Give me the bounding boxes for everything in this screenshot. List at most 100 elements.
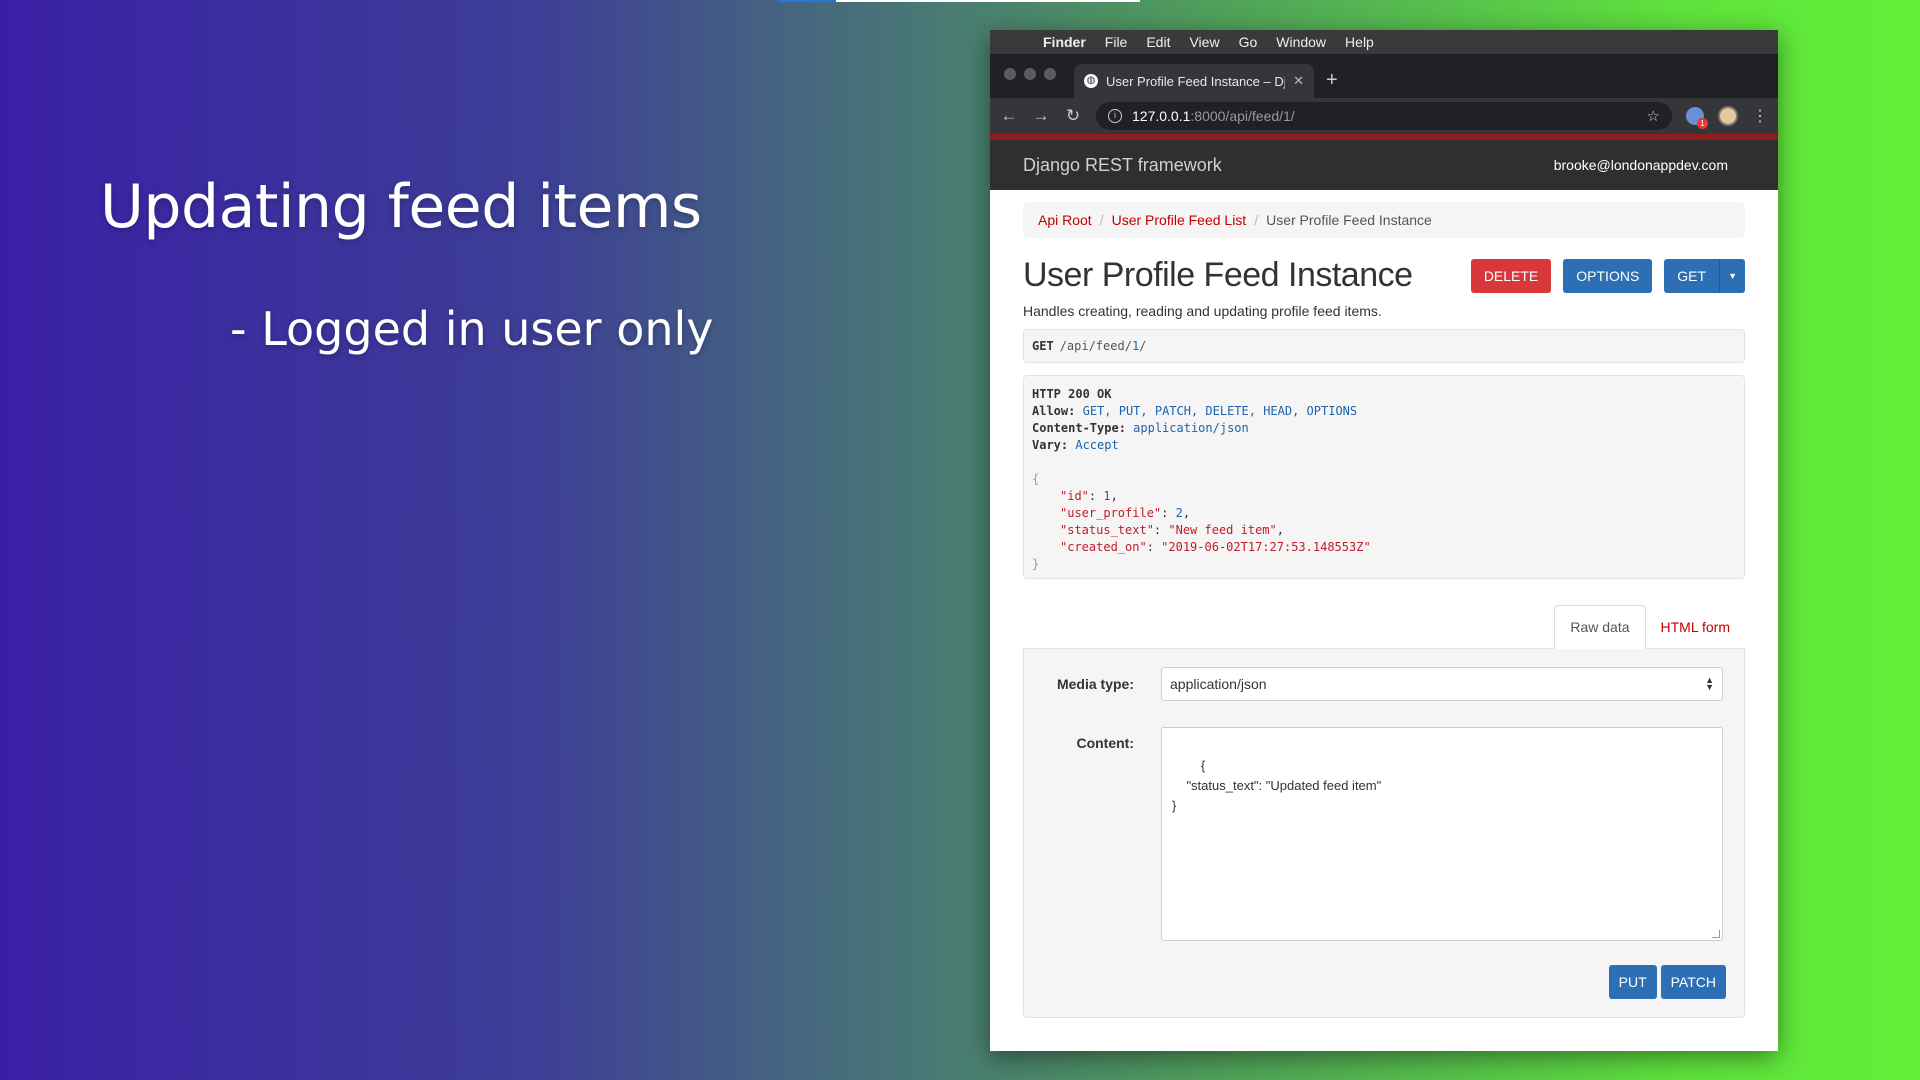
media-type-value: application/json <box>1170 676 1267 692</box>
get-button-group: GET ▼ <box>1664 258 1745 293</box>
heading-row: User Profile Feed Instance DELETE OPTION… <box>1023 256 1745 295</box>
request-path-suffix: / <box>1139 339 1147 353</box>
json-key: "id" <box>1060 489 1089 503</box>
profile-avatar[interactable] <box>1718 106 1738 126</box>
content-type-label: Content-Type: <box>1032 421 1126 435</box>
response-status: HTTP 200 OK <box>1032 387 1112 401</box>
address-bar[interactable]: i 127.0.0.1:8000/api/feed/1/ ☆ <box>1096 102 1672 130</box>
globe-icon: ◍ <box>1084 74 1098 88</box>
reload-icon[interactable]: ↻ <box>1064 106 1082 126</box>
video-progress-bar <box>778 0 1140 2</box>
close-tab-icon[interactable]: ✕ <box>1293 73 1304 89</box>
put-button[interactable]: PUT <box>1608 965 1657 999</box>
content-label: Content: <box>1076 735 1134 751</box>
user-menu[interactable]: brooke@londonappdev.com <box>1554 157 1728 173</box>
slide-bullet: - Logged in user only <box>230 302 714 356</box>
json-id-line: "id": 1, <box>1060 489 1118 503</box>
tab-title: User Profile Feed Instance – Dj <box>1106 73 1286 89</box>
request-path: /api/feed/1/ <box>1060 339 1147 353</box>
extension-icon[interactable]: 1 <box>1686 107 1708 129</box>
url-path: :8000/api/feed/1/ <box>1190 108 1295 124</box>
json-open-brace: { <box>1032 472 1040 486</box>
back-icon[interactable]: ← <box>1000 106 1018 126</box>
screen-capture: Finder File Edit View Go Window Help ◍ U… <box>990 30 1778 1051</box>
content-value: { "status_text": "Updated feed item" } <box>1172 758 1382 813</box>
json-key: "created_on" <box>1060 540 1147 554</box>
action-buttons: DELETE OPTIONS GET ▼ <box>1470 258 1745 293</box>
breadcrumb-separator: / <box>1099 212 1104 228</box>
drf-navbar: Django REST framework brooke@londonappde… <box>990 140 1778 190</box>
browser-toolbar: ← → ↻ i 127.0.0.1:8000/api/feed/1/ ☆ 1 ⋮ <box>990 98 1778 134</box>
content-textarea[interactable]: { "status_text": "Updated feed item" } <box>1161 727 1723 941</box>
get-button[interactable]: GET <box>1664 258 1720 293</box>
chevron-down-icon[interactable]: ▼ <box>1719 258 1745 293</box>
response-info: HTTP 200 OK Allow: GET, PUT, PATCH, DELE… <box>1023 375 1745 579</box>
video-progress-fill <box>778 0 836 2</box>
zoom-window-button[interactable] <box>1044 68 1056 80</box>
info-icon[interactable]: i <box>1108 109 1122 123</box>
menu-window[interactable]: Window <box>1276 34 1326 50</box>
json-value: "New feed item" <box>1168 523 1277 537</box>
view-description: Handles creating, reading and updating p… <box>1023 303 1382 319</box>
json-created-on-line: "created_on": "2019-06-02T17:27:53.14855… <box>1060 540 1371 554</box>
browser-tab[interactable]: ◍ User Profile Feed Instance – Dj ✕ <box>1074 64 1314 98</box>
vary-value: Accept <box>1075 438 1119 452</box>
url-host: 127.0.0.1 <box>1132 108 1191 124</box>
menu-file[interactable]: File <box>1105 34 1128 50</box>
raw-data-form: Media type: application/json ▲ ▼ Content:… <box>1023 648 1745 1018</box>
bookmark-star-icon[interactable]: ☆ <box>1647 107 1660 125</box>
more-menu-icon[interactable]: ⋮ <box>1752 106 1768 126</box>
tab-raw-data[interactable]: Raw data <box>1554 605 1646 649</box>
breadcrumb-separator: / <box>1254 212 1259 228</box>
tab-html-form[interactable]: HTML form <box>1646 605 1745 649</box>
slide-title: Updating feed items <box>100 172 702 242</box>
breadcrumb-feed-list[interactable]: User Profile Feed List <box>1112 212 1247 228</box>
vary-label: Vary: <box>1032 438 1069 452</box>
form-tabs: Raw data HTML form <box>1023 605 1745 649</box>
extension-badge: 1 <box>1697 118 1708 129</box>
menu-go[interactable]: Go <box>1239 34 1258 50</box>
media-type-label: Media type: <box>1056 676 1134 692</box>
json-value: 1 <box>1103 489 1111 503</box>
drf-brand[interactable]: Django REST framework <box>1023 155 1222 176</box>
url-text: 127.0.0.1:8000/api/feed/1/ <box>1132 108 1295 124</box>
response-vary: Vary: Accept <box>1032 437 1736 454</box>
content-type-value: application/json <box>1133 421 1249 435</box>
request-method: GET <box>1032 339 1054 353</box>
delete-button[interactable]: DELETE <box>1470 258 1552 293</box>
json-close-brace: } <box>1032 557 1040 571</box>
request-path-prefix[interactable]: /api/feed/ <box>1060 339 1132 353</box>
response-content-type: Content-Type: application/json <box>1032 420 1736 437</box>
forward-icon[interactable]: → <box>1032 106 1050 126</box>
options-button[interactable]: OPTIONS <box>1563 258 1653 293</box>
json-user-profile-line: "user_profile": 2, <box>1060 506 1191 520</box>
close-window-button[interactable] <box>1004 68 1016 80</box>
menu-view[interactable]: View <box>1189 34 1219 50</box>
menu-finder[interactable]: Finder <box>1043 34 1086 50</box>
menu-edit[interactable]: Edit <box>1146 34 1170 50</box>
breadcrumb-api-root[interactable]: Api Root <box>1038 212 1092 228</box>
json-status-text-line: "status_text": "New feed item", <box>1060 523 1284 537</box>
resize-handle-icon[interactable] <box>1712 930 1720 938</box>
minimize-window-button[interactable] <box>1024 68 1036 80</box>
response-spacer <box>1032 454 1736 471</box>
breadcrumb-current: User Profile Feed Instance <box>1266 212 1432 228</box>
select-arrows-icon: ▲ ▼ <box>1705 675 1714 692</box>
request-info: GET /api/feed/1/ <box>1023 329 1745 363</box>
patch-button[interactable]: PATCH <box>1660 965 1726 999</box>
allow-label: Allow: <box>1032 404 1076 418</box>
media-type-select[interactable]: application/json ▲ ▼ <box>1161 667 1723 701</box>
mac-menubar: Finder File Edit View Go Window Help <box>990 30 1778 54</box>
new-tab-icon[interactable]: + <box>1326 69 1338 92</box>
form-submit-buttons: PUT PATCH <box>1608 965 1726 999</box>
response-allow: Allow: GET, PUT, PATCH, DELETE, HEAD, OP… <box>1032 403 1736 420</box>
browser-tabbar: ◍ User Profile Feed Instance – Dj ✕ + <box>990 54 1778 98</box>
window-controls <box>1004 68 1056 80</box>
page-title: User Profile Feed Instance <box>1023 256 1413 294</box>
drf-content: Api Root / User Profile Feed List / User… <box>990 190 1778 1018</box>
allow-value: GET, PUT, PATCH, DELETE, HEAD, OPTIONS <box>1082 404 1358 418</box>
json-value: 2 <box>1175 506 1183 520</box>
json-value: "2019-06-02T17:27:53.148553Z" <box>1161 540 1371 554</box>
menu-help[interactable]: Help <box>1345 34 1374 50</box>
json-key: "user_profile" <box>1060 506 1162 520</box>
